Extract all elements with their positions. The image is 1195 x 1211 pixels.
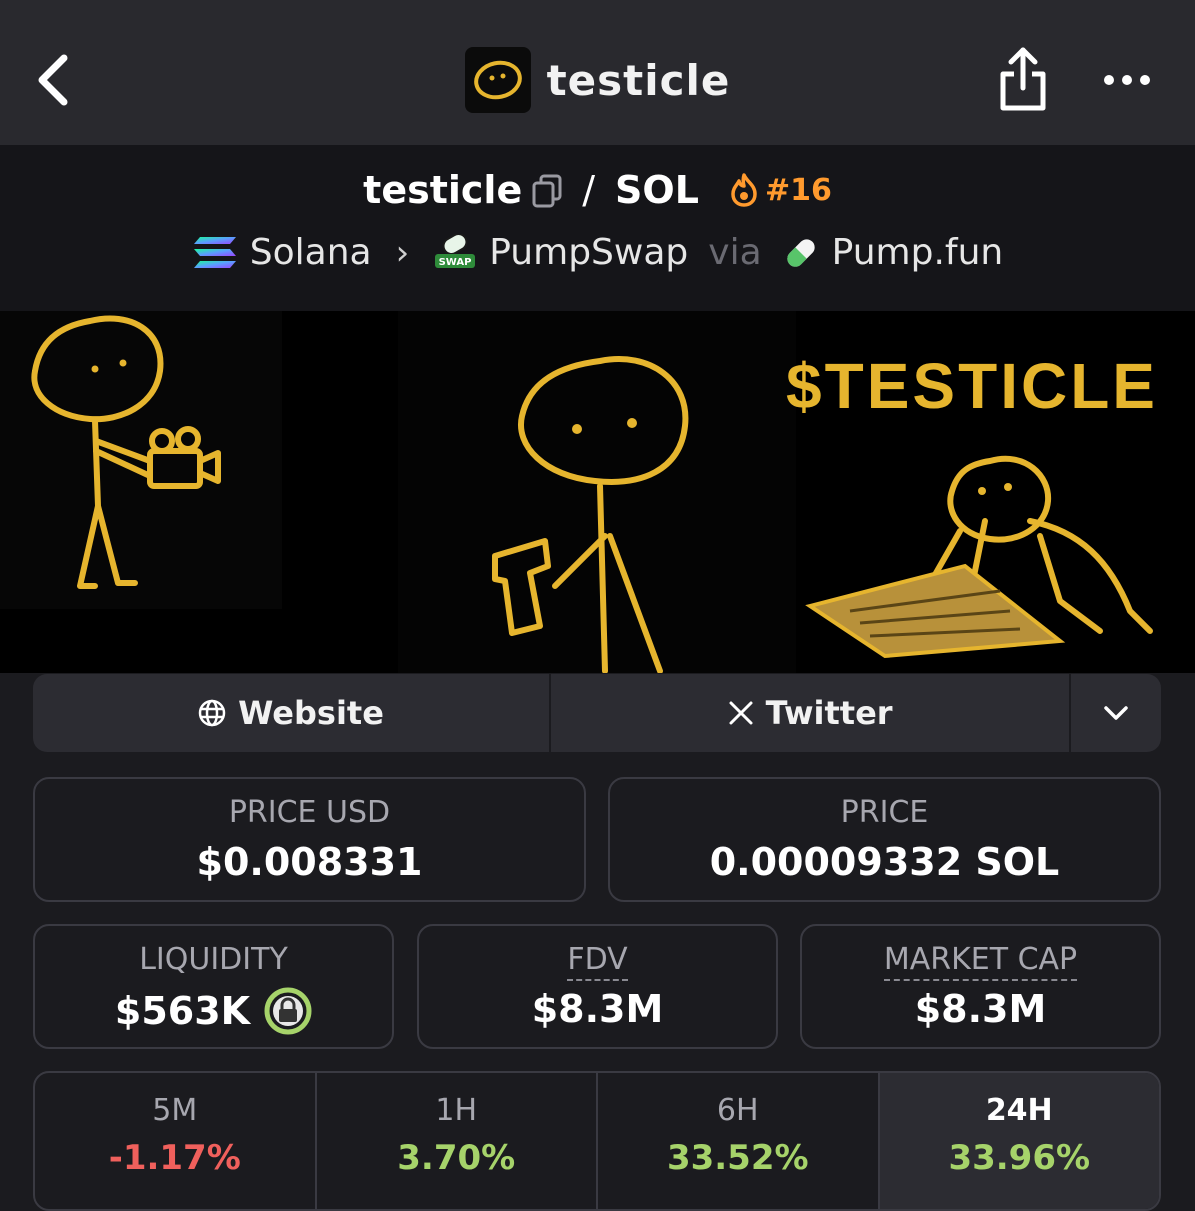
tab-1h-value: 3.70% bbox=[397, 1138, 516, 1178]
liquidity-label: LIQUIDITY bbox=[139, 942, 288, 977]
page-title: testicle bbox=[546, 55, 731, 105]
pair-separator: / bbox=[582, 168, 596, 212]
tab-6h-value: 33.52% bbox=[666, 1138, 809, 1178]
more-dots-icon bbox=[1104, 75, 1150, 85]
pumpswap-badge-text: SWAP bbox=[439, 257, 472, 268]
trending-rank[interactable]: #16 bbox=[729, 173, 832, 208]
lock-icon[interactable] bbox=[264, 987, 312, 1035]
tab-5m-label: 5M bbox=[152, 1093, 198, 1128]
flame-icon bbox=[731, 173, 757, 207]
pill-icon bbox=[786, 238, 815, 267]
more-options-button[interactable] bbox=[1098, 60, 1156, 100]
price-sol-card: PRICE 0.00009332 SOL bbox=[608, 777, 1161, 902]
tab-6h[interactable]: 6H 33.52% bbox=[598, 1073, 880, 1209]
tab-24h-label: 24H bbox=[985, 1093, 1053, 1128]
banner-ticker: $TESTICLE bbox=[786, 350, 1158, 422]
tab-6h-label: 6H bbox=[716, 1093, 759, 1128]
liquidity-value: $563K bbox=[114, 989, 251, 1033]
token-logo bbox=[464, 47, 531, 113]
pair-line: testicle / SOL #16 bbox=[0, 168, 1195, 212]
tab-24h[interactable]: 24H 33.96% bbox=[879, 1073, 1159, 1209]
price-sol-label: PRICE bbox=[840, 795, 929, 830]
top-bar: testicle bbox=[0, 0, 1195, 145]
rank-text: #16 bbox=[764, 172, 832, 208]
social-links-bar: Website Twitter bbox=[33, 674, 1161, 752]
share-icon bbox=[1000, 47, 1046, 111]
liquidity-card: LIQUIDITY $563K bbox=[33, 924, 394, 1049]
route-breadcrumb: Solana › SWAP PumpSwap via Pump.fun bbox=[0, 232, 1195, 273]
dex-name[interactable]: PumpSwap bbox=[489, 232, 688, 273]
price-usd-label: PRICE USD bbox=[228, 795, 391, 830]
price-sol-value: 0.00009332 SOL bbox=[709, 840, 1060, 884]
chevron-right-icon: › bbox=[395, 232, 410, 273]
base-token: testicle bbox=[363, 168, 523, 212]
website-button[interactable]: Website bbox=[33, 674, 552, 752]
quote-token: SOL bbox=[615, 168, 699, 212]
tab-1h-label: 1H bbox=[435, 1093, 478, 1128]
more-links-button[interactable] bbox=[1071, 674, 1161, 752]
tab-1h[interactable]: 1H 3.70% bbox=[317, 1073, 598, 1209]
market-cap-card[interactable]: MARKET CAP $8.3M bbox=[800, 924, 1161, 1049]
market-cap-value: $8.3M bbox=[914, 987, 1047, 1031]
tab-24h-value: 33.96% bbox=[948, 1138, 1091, 1178]
token-banner: $TESTICLE bbox=[0, 311, 1195, 673]
tab-5m[interactable]: 5M -1.17% bbox=[35, 1073, 317, 1209]
price-usd-card: PRICE USD $0.008331 bbox=[33, 777, 586, 902]
x-logo-icon bbox=[729, 701, 753, 725]
website-label: Website bbox=[238, 694, 384, 732]
market-cap-label: MARKET CAP bbox=[883, 942, 1078, 981]
launchpad-name[interactable]: Pump.fun bbox=[832, 232, 1004, 273]
fdv-card[interactable]: FDV $8.3M bbox=[417, 924, 778, 1049]
twitter-label: Twitter bbox=[765, 694, 893, 732]
globe-icon bbox=[198, 699, 226, 727]
via-label: via bbox=[708, 232, 762, 273]
price-change-tabs: 5M -1.17% 1H 3.70% 6H 33.52% 24H 33.96% bbox=[33, 1071, 1161, 1211]
chain-name[interactable]: Solana bbox=[250, 232, 372, 273]
chevron-down-icon bbox=[1104, 706, 1128, 720]
share-button[interactable] bbox=[994, 44, 1052, 116]
pumpswap-icon: SWAP bbox=[435, 233, 476, 268]
price-usd-value: $0.008331 bbox=[196, 840, 423, 884]
fdv-value: $8.3M bbox=[531, 987, 664, 1031]
solana-icon bbox=[193, 236, 236, 268]
copy-icon[interactable] bbox=[532, 173, 562, 208]
fdv-label: FDV bbox=[567, 942, 628, 981]
twitter-button[interactable]: Twitter bbox=[551, 674, 1072, 752]
tab-5m-value: -1.17% bbox=[108, 1138, 241, 1178]
